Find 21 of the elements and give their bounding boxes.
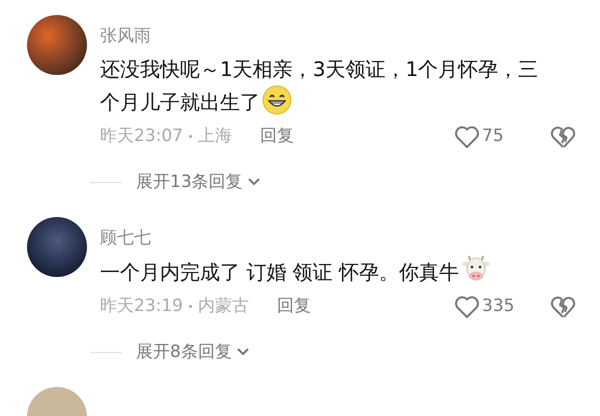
user-name[interactable]: 张风雨 bbox=[100, 23, 576, 49]
broken-heart-icon[interactable] bbox=[550, 124, 576, 149]
comment-text: 还没我快呢～1天相亲，3天领证，1个月怀孕，三个月儿子就出生了 bbox=[100, 56, 540, 117]
reply-button[interactable]: 回复 bbox=[260, 124, 294, 150]
heart-icon[interactable] bbox=[454, 124, 480, 149]
heart-icon[interactable] bbox=[454, 294, 480, 319]
chevron-down-icon bbox=[236, 347, 250, 358]
grinning-face-icon bbox=[262, 85, 292, 115]
comment-time: 昨天23:19 bbox=[100, 295, 183, 318]
comment-location: 上海 bbox=[198, 125, 232, 148]
expand-replies-button[interactable]: 展开13条回复 bbox=[136, 170, 261, 195]
like-count: 75 bbox=[482, 125, 505, 148]
reply-button[interactable]: 回复 bbox=[277, 294, 311, 320]
comment-location: 内蒙古 bbox=[198, 295, 249, 318]
comment-text: 一个月内完成了 订婚 领证 怀孕。你真牛 bbox=[100, 255, 576, 288]
chevron-down-icon bbox=[246, 177, 261, 188]
expand-replies-button[interactable]: 展开8条回复 bbox=[136, 340, 250, 365]
like-count: 335 bbox=[482, 295, 516, 318]
broken-heart-icon[interactable] bbox=[550, 294, 576, 319]
user-name[interactable]: 顾七七 bbox=[100, 225, 576, 251]
comment-time: 昨天23:07 bbox=[100, 125, 183, 148]
